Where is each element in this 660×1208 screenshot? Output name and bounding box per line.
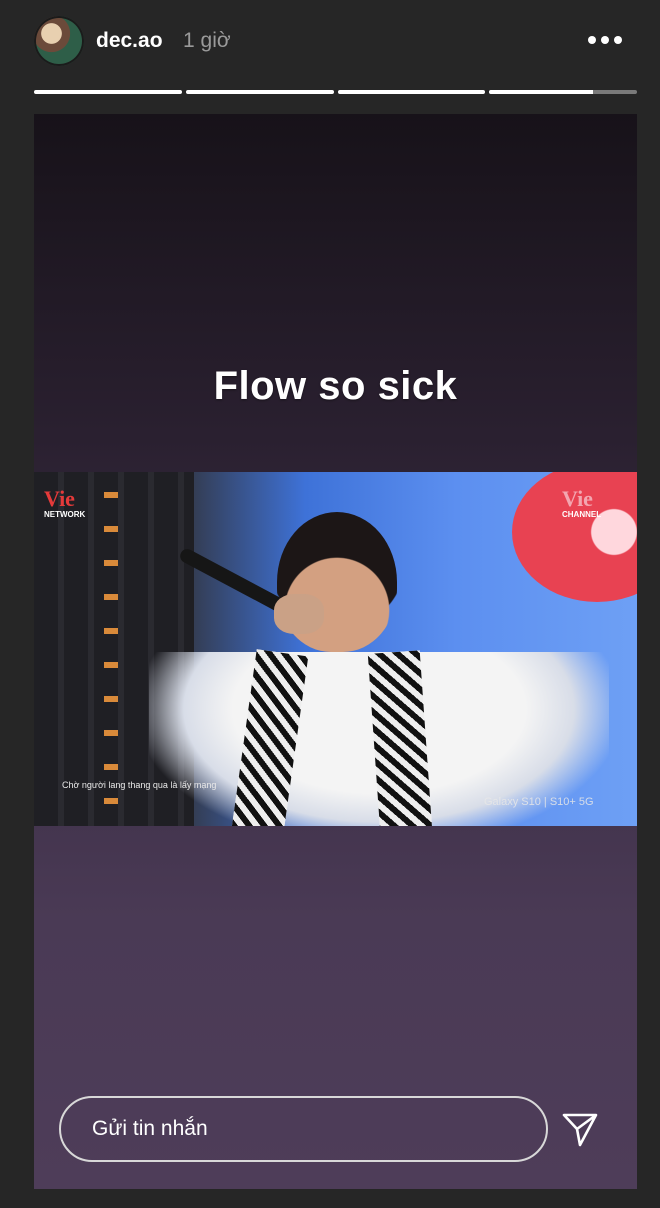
video-watermark: Galaxy S10 | S10+ 5G bbox=[484, 796, 594, 808]
send-icon[interactable] bbox=[560, 1109, 600, 1149]
post-time: 1 giờ bbox=[183, 29, 231, 52]
vie-channel-logo: Vie CHANNEL bbox=[562, 486, 602, 519]
progress-segment bbox=[489, 90, 637, 94]
story-header: dec.ao 1 giờ bbox=[0, 0, 660, 90]
progress-segment bbox=[185, 90, 334, 94]
story-caption: Flow so sick bbox=[213, 364, 458, 408]
embedded-video[interactable]: Vie NETWORK Vie CHANNEL Chờ người lang t… bbox=[34, 472, 637, 826]
username[interactable]: dec.ao bbox=[96, 29, 163, 53]
message-input[interactable]: Gửi tin nhắn bbox=[59, 1096, 548, 1162]
avatar[interactable] bbox=[34, 16, 84, 66]
video-subtitle: Chờ người lang thang qua là lấy mạng bbox=[62, 780, 217, 790]
stage-lights bbox=[104, 492, 118, 812]
microphone bbox=[177, 546, 291, 616]
story-progress bbox=[34, 90, 637, 94]
progress-segment bbox=[34, 90, 182, 94]
vie-network-logo: Vie NETWORK bbox=[44, 486, 86, 519]
progress-segment bbox=[337, 90, 486, 94]
more-options-icon[interactable] bbox=[588, 29, 626, 51]
story-content[interactable]: Flow so sick Vie NETWORK Vie CHANNEL Chờ… bbox=[34, 114, 637, 1189]
performer-image bbox=[129, 502, 609, 826]
